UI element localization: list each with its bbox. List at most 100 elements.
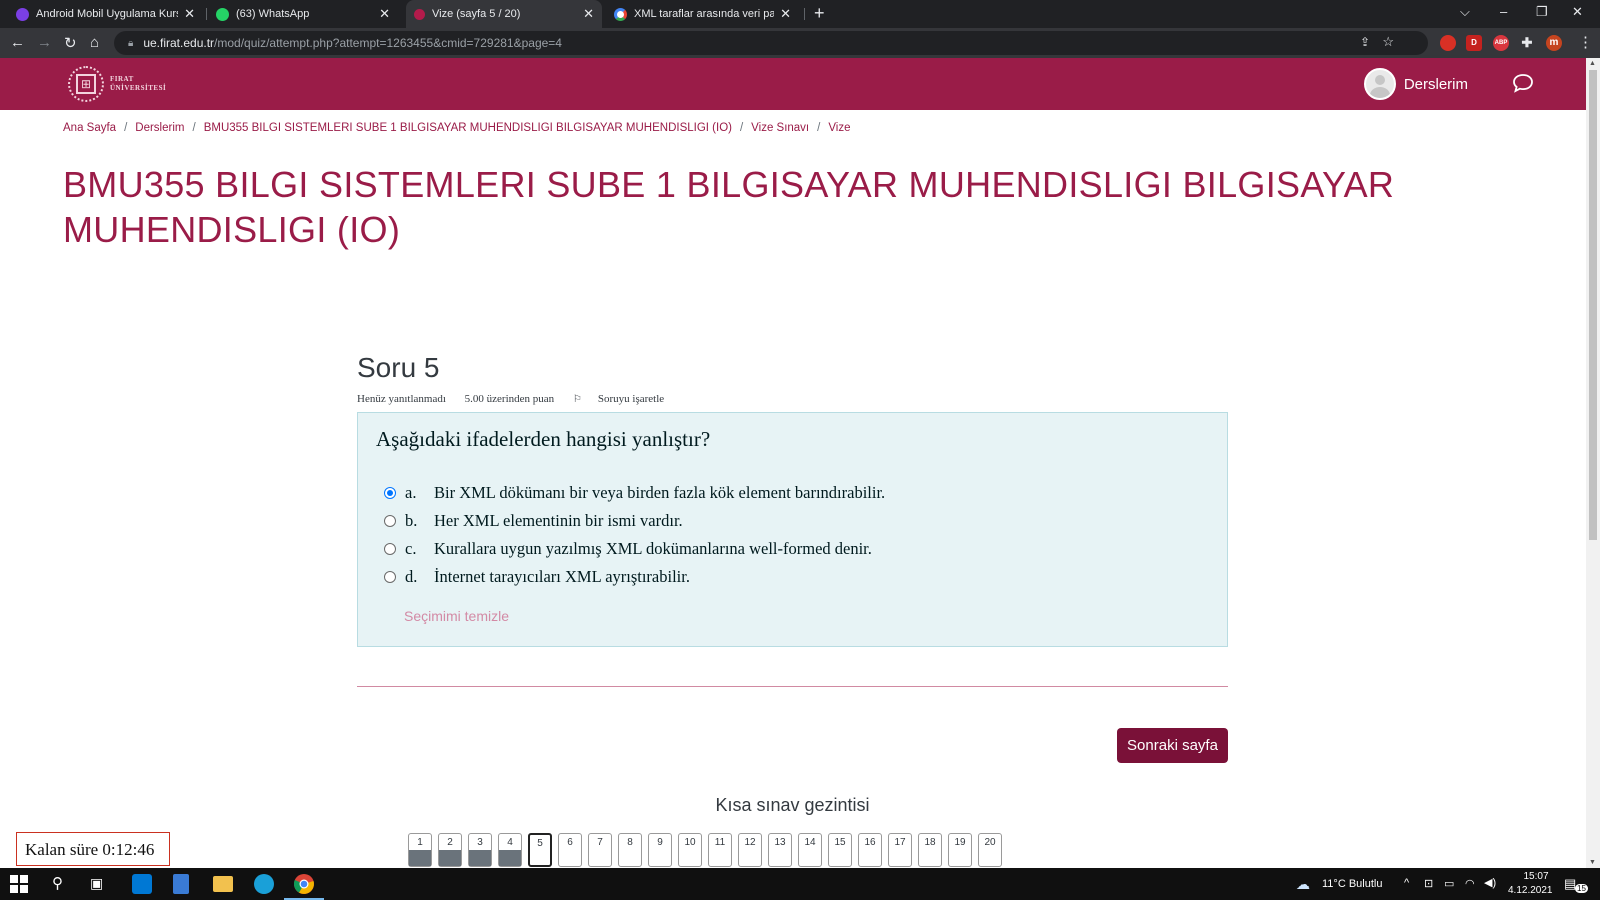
answer-option-b[interactable]: b. Her XML elementinin bir ismi vardır. <box>384 511 683 531</box>
meet-now-icon[interactable]: ⊡ <box>1424 877 1433 890</box>
extension-d-icon[interactable]: D <box>1466 35 1482 51</box>
tab-xml-search[interactable]: XML taraflar arasında veri paylaşı ✕ <box>606 0 799 28</box>
quiz-nav-button-11[interactable]: 11 <box>708 833 732 867</box>
forward-arrow-icon[interactable]: → <box>37 34 52 51</box>
breadcrumb-home[interactable]: Ana Sayfa <box>63 122 116 134</box>
new-tab-plus-icon[interactable]: + <box>814 3 825 24</box>
quiz-nav-button-13[interactable]: 13 <box>768 833 792 867</box>
calculator-icon[interactable] <box>173 874 189 894</box>
answer-option-a[interactable]: a. Bir XML dökümanı bir veya birden fazl… <box>384 483 885 503</box>
address-bar[interactable]: 🔒︎ ue.firat.edu.tr/mod/quiz/attempt.php?… <box>114 31 1428 55</box>
university-logo[interactable]: ⊞ FIRAT ÜNİVERSİTESİ <box>68 66 166 102</box>
back-arrow-icon[interactable]: ← <box>10 34 25 51</box>
radio-button-checked[interactable] <box>384 487 396 499</box>
extension-red-icon[interactable] <box>1440 35 1456 51</box>
home-icon[interactable]: ⌂ <box>90 34 99 51</box>
share-icon[interactable]: ⇪ <box>1360 35 1370 49</box>
close-tab-icon[interactable]: ✕ <box>184 6 195 22</box>
close-tab-icon[interactable]: ✕ <box>583 6 594 22</box>
flag-icon[interactable]: ⚐ <box>573 394 582 405</box>
answer-option-c[interactable]: c. Kurallara uygun yazılmış XML dokümanl… <box>384 539 872 559</box>
notification-count-badge: 15 <box>1575 884 1588 893</box>
question-status: Henüz yanıtlanmadı <box>357 393 446 405</box>
wifi-icon[interactable]: ◠ <box>1465 877 1475 890</box>
profile-avatar-icon[interactable]: m <box>1546 35 1562 51</box>
answer-text[interactable]: Bir XML dökümanı bir veya birden fazla k… <box>434 483 885 503</box>
file-explorer-icon[interactable] <box>213 876 233 892</box>
answer-letter: b. <box>405 511 418 530</box>
quiz-nav-button-15[interactable]: 15 <box>828 833 852 867</box>
quiz-nav-button-17[interactable]: 17 <box>888 833 912 867</box>
next-page-button[interactable]: Sonraki sayfa <box>1117 728 1228 763</box>
chrome-browser-icon[interactable] <box>294 874 314 894</box>
minimize-icon[interactable]: – <box>1500 4 1507 19</box>
quiz-nav-button-5[interactable]: 5 <box>528 833 552 867</box>
clock-time[interactable]: 15:07 <box>1516 871 1556 882</box>
volume-icon[interactable]: ◀) <box>1484 876 1496 889</box>
quiz-nav-button-10[interactable]: 10 <box>678 833 702 867</box>
radio-button[interactable] <box>384 543 396 555</box>
quiz-nav-button-3[interactable]: 3 <box>468 833 492 867</box>
quiz-nav-button-9[interactable]: 9 <box>648 833 672 867</box>
answer-option-d[interactable]: d. İnternet tarayıcıları XML ayrıştırabi… <box>384 567 690 587</box>
radio-button[interactable] <box>384 571 396 583</box>
answer-text[interactable]: İnternet tarayıcıları XML ayrıştırabilir… <box>434 567 690 587</box>
battery-icon[interactable]: ▭ <box>1444 877 1454 890</box>
tab-quiz-active[interactable]: Vize (sayfa 5 / 20) ✕ <box>406 0 602 28</box>
browser-toolbar: ← → ↻ ⌂ 🔒︎ ue.firat.edu.tr/mod/quiz/atte… <box>0 28 1600 58</box>
page-scrollbar[interactable]: ▲ ▼ <box>1586 58 1600 868</box>
radio-button[interactable] <box>384 515 396 527</box>
weather-widget[interactable]: 11°C Bulutlu <box>1322 878 1382 890</box>
quiz-nav-button-16[interactable]: 16 <box>858 833 882 867</box>
url-host: ue.firat.edu.tr <box>143 36 215 50</box>
tab-android-course[interactable]: Android Mobil Uygulama Kursu: ✕ <box>8 0 203 28</box>
messages-chat-icon[interactable] <box>1512 73 1534 93</box>
tray-chevron-icon[interactable]: ^ <box>1404 877 1409 889</box>
close-tab-icon[interactable]: ✕ <box>379 6 390 22</box>
quiz-nav-button-19[interactable]: 19 <box>948 833 972 867</box>
tab-whatsapp[interactable]: (63) WhatsApp ✕ <box>208 0 398 28</box>
quiz-nav-button-7[interactable]: 7 <box>588 833 612 867</box>
breadcrumb-my-courses[interactable]: Derslerim <box>135 122 184 134</box>
breadcrumb-quiz[interactable]: Vize <box>828 122 850 134</box>
tab-search-chevron-icon[interactable]: ⌵ <box>1460 4 1470 20</box>
quiz-nav-button-1[interactable]: 1 <box>408 833 432 867</box>
answer-text[interactable]: Kurallara uygun yazılmış XML dokümanları… <box>434 539 872 559</box>
browser-menu-icon[interactable]: ⋮ <box>1578 33 1593 51</box>
quiz-nav-button-12[interactable]: 12 <box>738 833 762 867</box>
search-icon[interactable]: ⚲ <box>52 874 72 894</box>
scrollbar-thumb[interactable] <box>1589 70 1597 540</box>
quiz-nav-button-20[interactable]: 20 <box>978 833 1002 867</box>
user-avatar[interactable] <box>1363 68 1396 100</box>
close-window-icon[interactable]: ✕ <box>1572 4 1583 20</box>
lock-icon: 🔒︎ <box>128 37 134 49</box>
breadcrumb-exam-section[interactable]: Vize Sınavı <box>751 122 809 134</box>
quiz-nav-number: 14 <box>804 837 816 848</box>
quiz-nav-button-6[interactable]: 6 <box>558 833 582 867</box>
user-menu-label[interactable]: Derslerim <box>1404 76 1468 93</box>
scroll-down-icon[interactable]: ▼ <box>1589 859 1596 866</box>
breadcrumb-course[interactable]: BMU355 BILGI SISTEMLERI SUBE 1 BILGISAYA… <box>204 122 732 134</box>
clear-choice-link[interactable]: Seçimimi temizle <box>404 608 509 624</box>
close-tab-icon[interactable]: ✕ <box>780 6 791 22</box>
quiz-nav-button-14[interactable]: 14 <box>798 833 822 867</box>
flag-question-link[interactable]: ⚐ Soruyu işaretle <box>573 393 680 405</box>
microsoft-store-icon[interactable] <box>132 874 152 894</box>
quiz-nav-button-8[interactable]: 8 <box>618 833 642 867</box>
windows-start-icon[interactable] <box>10 875 28 893</box>
task-view-icon[interactable]: ▣ <box>90 875 110 895</box>
clock-date[interactable]: 4.12.2021 <box>1508 885 1553 896</box>
bookmark-star-icon[interactable]: ☆ <box>1382 34 1394 50</box>
quiz-nav-button-4[interactable]: 4 <box>498 833 522 867</box>
adblock-plus-icon[interactable]: ABP <box>1493 35 1509 51</box>
answer-text[interactable]: Her XML elementinin bir ismi vardır. <box>434 511 683 531</box>
edge-browser-icon[interactable] <box>254 874 274 894</box>
scroll-up-icon[interactable]: ▲ <box>1589 60 1596 67</box>
quiz-nav-number: 15 <box>834 837 846 848</box>
user-menu[interactable]: Derslerim <box>1363 68 1468 100</box>
extensions-puzzle-icon[interactable]: ✚ <box>1519 35 1535 51</box>
quiz-nav-button-18[interactable]: 18 <box>918 833 942 867</box>
quiz-nav-button-2[interactable]: 2 <box>438 833 462 867</box>
reload-icon[interactable]: ↻ <box>64 34 77 52</box>
restore-icon[interactable]: ❐ <box>1536 4 1548 20</box>
